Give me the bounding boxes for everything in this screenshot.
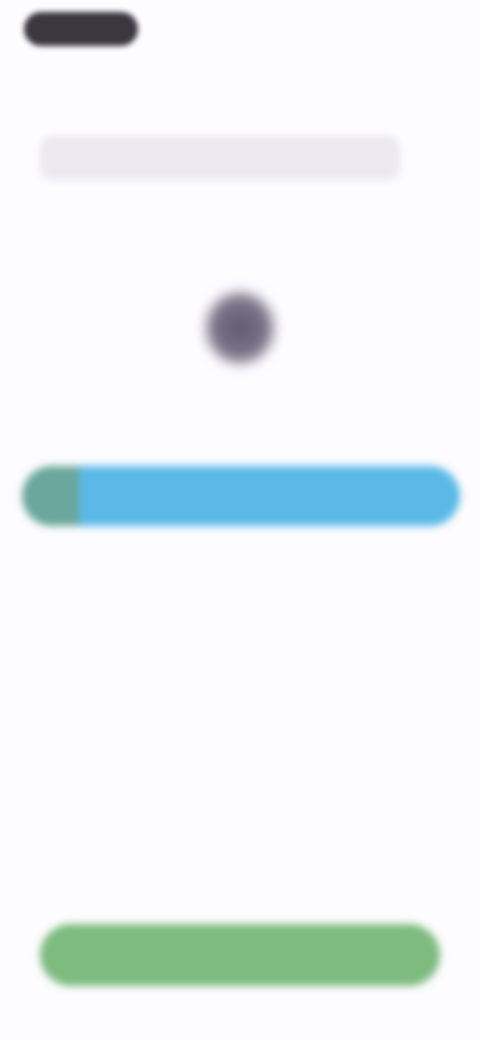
progress-label xyxy=(22,466,460,526)
avatar-icon xyxy=(206,292,274,364)
message-bar xyxy=(40,136,400,180)
header-pill[interactable] xyxy=(24,12,138,46)
progress-bar xyxy=(22,466,460,526)
app-screen xyxy=(0,0,480,1040)
primary-button[interactable] xyxy=(40,924,440,986)
